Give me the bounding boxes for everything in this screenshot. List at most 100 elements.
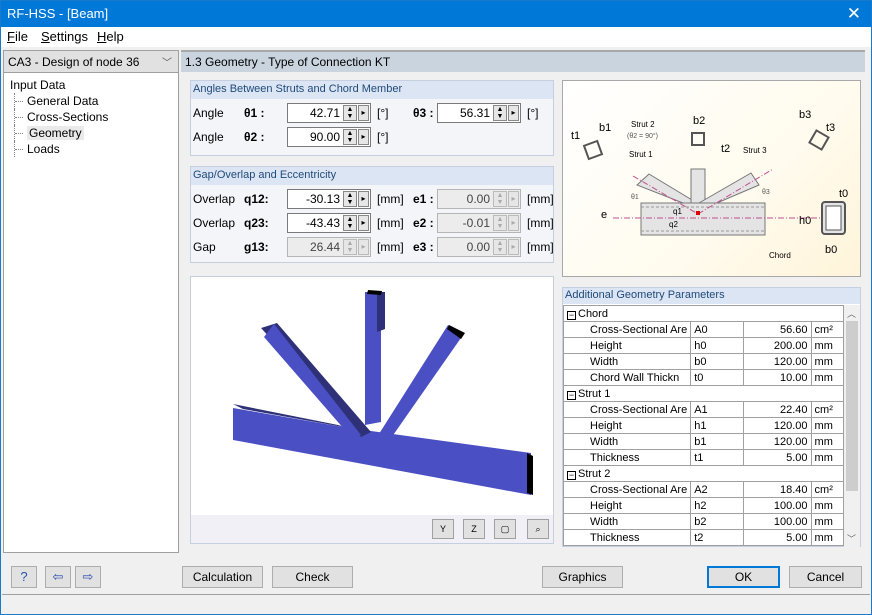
spin-arrow-icon[interactable]: ▸ bbox=[358, 129, 369, 145]
table-row[interactable]: Chord Wall Thickn t0 10.00 mm bbox=[562, 369, 845, 386]
q23-symbol: q23: bbox=[244, 216, 269, 230]
navigator-tree: Input Data General Data Cross-Sections G… bbox=[10, 77, 108, 157]
table-row[interactable]: Thickness t1 5.00 mm bbox=[562, 449, 845, 466]
graphics-button[interactable]: Graphics bbox=[542, 566, 623, 588]
menu-help[interactable]: Help bbox=[97, 29, 124, 44]
spin-arrow-icon[interactable]: ▸ bbox=[358, 215, 369, 231]
spin-arrow-icon[interactable]: ▸ bbox=[358, 105, 369, 121]
params-scrollbar[interactable]: ︿ ﹀ bbox=[844, 305, 860, 547]
spin-arrow-icon[interactable]: ▸ bbox=[508, 105, 519, 121]
view-y-icon[interactable]: Y bbox=[432, 519, 454, 539]
close-icon[interactable]: ✕ bbox=[847, 4, 861, 24]
3d-model[interactable] bbox=[191, 277, 553, 517]
theta3-input[interactable]: 56.31 ▲ ▼ ▸ bbox=[437, 103, 521, 123]
cell-value: 5.00 bbox=[742, 529, 812, 546]
table-row[interactable]: Height h1 120.00 mm bbox=[562, 417, 845, 434]
spin-updown-icon[interactable]: ▲ ▼ bbox=[343, 191, 357, 207]
reset-view-label: ⌕ bbox=[535, 524, 541, 534]
cell-unit: mm bbox=[810, 337, 845, 354]
table-row[interactable]: Cross-Sectional Are A2 18.40 cm² bbox=[562, 481, 845, 498]
section-header[interactable]: − Chord bbox=[563, 305, 844, 322]
cell-value: 10.00 bbox=[742, 369, 812, 386]
previous-icon[interactable]: ⇦ bbox=[45, 566, 71, 588]
tree-item-label: Loads bbox=[27, 142, 60, 156]
overlap23-label: Overlap bbox=[193, 216, 236, 230]
cell-value: 120.00 bbox=[742, 353, 812, 370]
cell-value: 56.60 bbox=[742, 321, 812, 338]
menu-settings[interactable]: Settings bbox=[41, 29, 88, 44]
q23-input[interactable]: -43.43 ▲ ▼ ▸ bbox=[287, 213, 371, 233]
table-row[interactable]: Width b1 120.00 mm bbox=[562, 433, 845, 450]
e-label: e bbox=[601, 209, 607, 221]
spin-updown-icon[interactable]: ▲ ▼ bbox=[343, 105, 357, 121]
cancel-button[interactable]: Cancel bbox=[789, 566, 862, 588]
theta2-value: 90.00 bbox=[309, 130, 340, 144]
tree-item-loads[interactable]: Loads bbox=[14, 141, 108, 157]
spin-updown-icon[interactable]: ▲ ▼ bbox=[343, 215, 357, 231]
collapse-icon[interactable]: − bbox=[567, 470, 576, 480]
b2-label: b2 bbox=[693, 115, 705, 127]
theta1-input[interactable]: 42.71 ▲ ▼ ▸ bbox=[287, 103, 371, 123]
cell-name: Width bbox=[562, 353, 692, 370]
iso-view-icon[interactable]: ▢ bbox=[494, 519, 516, 539]
chevron-down-icon[interactable]: ﹀ bbox=[162, 54, 172, 69]
q12-input[interactable]: -30.13 ▲ ▼ ▸ bbox=[287, 189, 371, 209]
section-header[interactable]: − Strut 1 bbox=[563, 385, 844, 402]
tree-item-geometry[interactable]: Geometry bbox=[14, 125, 108, 141]
tree-root-input-data[interactable]: Input Data bbox=[10, 77, 108, 93]
section-row[interactable]: − Chord bbox=[563, 305, 844, 322]
table-row[interactable]: Height h0 200.00 mm bbox=[562, 337, 845, 354]
scroll-down-icon[interactable]: ﹀ bbox=[847, 532, 856, 545]
menu-settings-rest: ettings bbox=[49, 29, 88, 44]
collapse-icon[interactable]: − bbox=[567, 390, 576, 400]
strut2-label: Strut 2 bbox=[631, 120, 655, 129]
theta2-input[interactable]: 90.00 ▲ ▼ ▸ bbox=[287, 127, 371, 147]
view-z-icon[interactable]: Z bbox=[463, 519, 485, 539]
ok-button[interactable]: OK bbox=[707, 566, 780, 588]
cell-symbol: h1 bbox=[690, 417, 744, 434]
help-icon[interactable]: ? bbox=[11, 566, 37, 588]
cell-value: 120.00 bbox=[742, 433, 812, 450]
section-row[interactable]: − Strut 2 bbox=[563, 465, 844, 482]
case-selector[interactable]: CA3 - Design of node 36 ﹀ bbox=[4, 51, 178, 73]
table-row[interactable]: Width b2 100.00 mm bbox=[562, 513, 845, 530]
calculation-button[interactable]: Calculation bbox=[182, 566, 263, 588]
cell-symbol: t2 bbox=[690, 529, 744, 546]
section-name: Chord bbox=[578, 307, 608, 320]
spin-updown-icon[interactable]: ▲ ▼ bbox=[343, 129, 357, 145]
cell-unit: mm bbox=[810, 497, 845, 514]
spin-arrow-icon: ▸ bbox=[358, 239, 369, 255]
section-header[interactable]: − Strut 2 bbox=[563, 465, 844, 482]
q23-unit: [mm] bbox=[377, 216, 404, 230]
strut2-note: (θ2 = 90°) bbox=[627, 132, 658, 140]
connection-diagram: Strut 2 (θ2 = 90°) Strut 1 Strut 3 Chord… bbox=[562, 80, 861, 277]
section-row[interactable]: − Strut 1 bbox=[563, 385, 844, 402]
scroll-thumb[interactable] bbox=[846, 321, 858, 491]
tree-item-label: General Data bbox=[27, 94, 99, 108]
e2-symbol: e2 : bbox=[413, 216, 434, 230]
3d-view[interactable]: Y Z ▢ ⌕ bbox=[190, 276, 554, 544]
check-button[interactable]: Check bbox=[272, 566, 353, 588]
table-row[interactable]: Cross-Sectional Are A0 56.60 cm² bbox=[562, 321, 845, 338]
b1-label: b1 bbox=[599, 122, 611, 134]
e1-value: 0.00 bbox=[466, 192, 490, 206]
cell-name: Chord Wall Thickn bbox=[562, 369, 692, 386]
reset-view-icon[interactable]: ⌕ bbox=[527, 519, 549, 539]
table-row[interactable]: Cross-Sectional Are A1 22.40 cm² bbox=[562, 401, 845, 418]
section-name: Strut 2 bbox=[578, 467, 611, 480]
table-row[interactable]: Thickness t2 5.00 mm bbox=[562, 529, 845, 546]
table-row[interactable]: Height h2 100.00 mm bbox=[562, 497, 845, 514]
cell-unit: mm bbox=[810, 433, 845, 450]
spin-arrow-icon[interactable]: ▸ bbox=[358, 191, 369, 207]
menu-file[interactable]: File bbox=[7, 29, 28, 44]
spin-updown-icon[interactable]: ▲ ▼ bbox=[493, 105, 507, 121]
gap-eccentricity-group: Gap/Overlap and Eccentricity Overlap q12… bbox=[190, 166, 554, 263]
table-row[interactable]: Width b0 120.00 mm bbox=[562, 353, 845, 370]
scroll-up-icon[interactable]: ︿ bbox=[847, 307, 856, 320]
tree-item-general-data[interactable]: General Data bbox=[14, 93, 108, 109]
collapse-icon[interactable]: − bbox=[567, 310, 576, 320]
e1-input: 0.00 ▲ ▼ ▸ bbox=[437, 189, 521, 209]
next-icon[interactable]: ⇨ bbox=[75, 566, 101, 588]
tree-item-cross-sections[interactable]: Cross-Sections bbox=[14, 109, 108, 125]
spin-updown-icon: ▲ ▼ bbox=[343, 239, 357, 255]
